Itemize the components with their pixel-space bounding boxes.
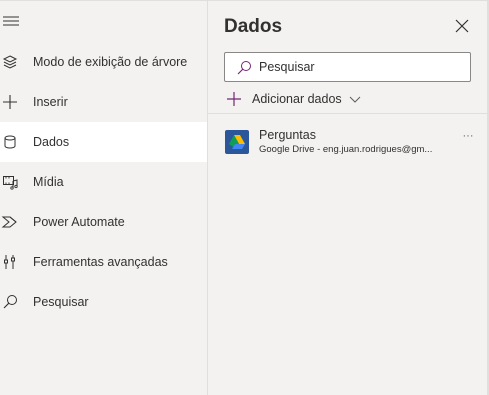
nav-item-label: Mídia [33,175,64,189]
google-drive-icon [225,130,249,154]
section-divider [208,113,487,114]
search-icon [1,293,19,311]
nav-item-tree-view[interactable]: Modo de exibição de árvore [0,42,207,82]
search-box[interactable] [224,52,471,82]
data-source-name: Perguntas [259,128,316,142]
left-nav: Modo de exibição de árvore Inserir Dados [0,1,207,395]
advanced-tools-icon [1,253,19,271]
nav-item-label: Modo de exibição de árvore [33,55,188,69]
nav-item-media[interactable]: Mídia [0,162,207,202]
nav-item-data[interactable]: Dados [0,122,207,162]
hamburger-menu-icon[interactable] [2,13,20,29]
nav-item-label: Power Automate [33,215,125,229]
power-automate-icon [1,213,19,231]
layers-icon [1,53,19,71]
nav-item-label: Ferramentas avançadas [33,255,168,269]
plus-icon [227,92,241,106]
nav-item-label: Dados [33,135,70,149]
chevron-down-icon [349,96,361,103]
nav-item-advanced-tools[interactable]: Ferramentas avançadas [0,242,207,282]
data-panel: Dados Adicionar dados [208,1,487,395]
panel-title: Dados [224,16,283,37]
nav-item-power-automate[interactable]: Power Automate [0,202,207,242]
data-source-detail: Google Drive - eng.juan.rodrigues@gm... [259,144,433,155]
add-data-button[interactable]: Adicionar dados [226,89,361,109]
nav-item-search[interactable]: Pesquisar [0,282,207,322]
search-input[interactable] [259,57,464,77]
more-options-icon[interactable]: ··· [460,130,476,146]
nav-item-label: Inserir [33,95,68,109]
add-data-label: Adicionar dados [252,92,342,106]
nav-item-label: Pesquisar [33,295,89,309]
app-window: Modo de exibição de árvore Inserir Dados [0,0,489,395]
nav-item-insert[interactable]: Inserir [0,82,207,122]
plus-icon [1,93,19,111]
close-icon[interactable] [454,18,470,34]
data-source-item[interactable]: Perguntas Google Drive - eng.juan.rodrig… [208,122,487,162]
search-icon [235,59,253,77]
media-icon [1,173,19,191]
database-icon [1,133,19,151]
